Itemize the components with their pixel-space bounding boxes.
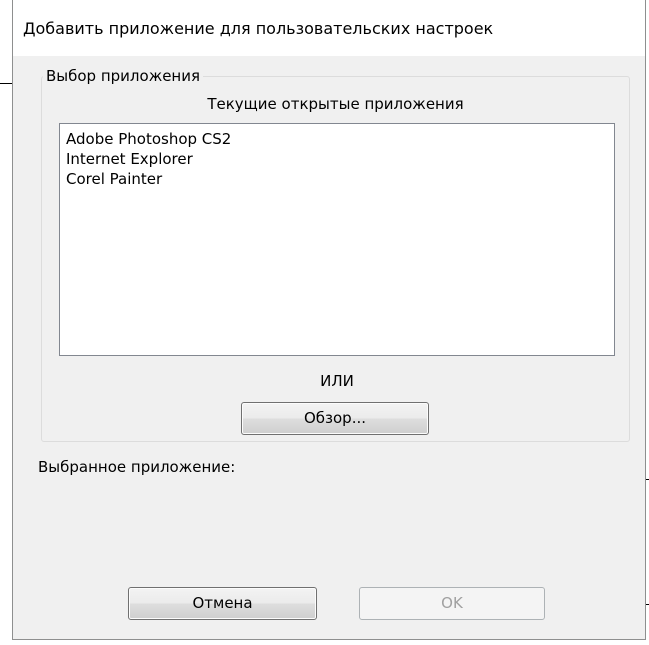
or-separator-label: ИЛИ <box>320 372 354 390</box>
selected-application-label: Выбранное приложение: <box>38 458 236 476</box>
cancel-button[interactable]: Отмена <box>128 587 317 620</box>
screenshot-stage: Добавить приложение для пользовательских… <box>0 0 649 645</box>
dialog-titlebar: Добавить приложение для пользовательских… <box>13 0 645 56</box>
ok-button[interactable]: OK <box>359 587 545 620</box>
dialog-title: Добавить приложение для пользовательских… <box>23 19 494 38</box>
group-legend: Выбор приложения <box>43 66 204 86</box>
list-item-app[interactable]: Adobe Photoshop CS2 <box>64 129 610 149</box>
open-apps-heading: Текущие открытые приложения <box>207 95 464 113</box>
add-application-dialog: Добавить приложение для пользовательских… <box>12 0 646 640</box>
list-item-app[interactable]: Internet Explorer <box>64 149 610 169</box>
browse-button[interactable]: Обзор... <box>241 402 429 435</box>
list-item-app[interactable]: Corel Painter <box>64 169 610 189</box>
open-apps-list[interactable]: Adobe Photoshop CS2 Internet Explorer Co… <box>59 123 615 356</box>
